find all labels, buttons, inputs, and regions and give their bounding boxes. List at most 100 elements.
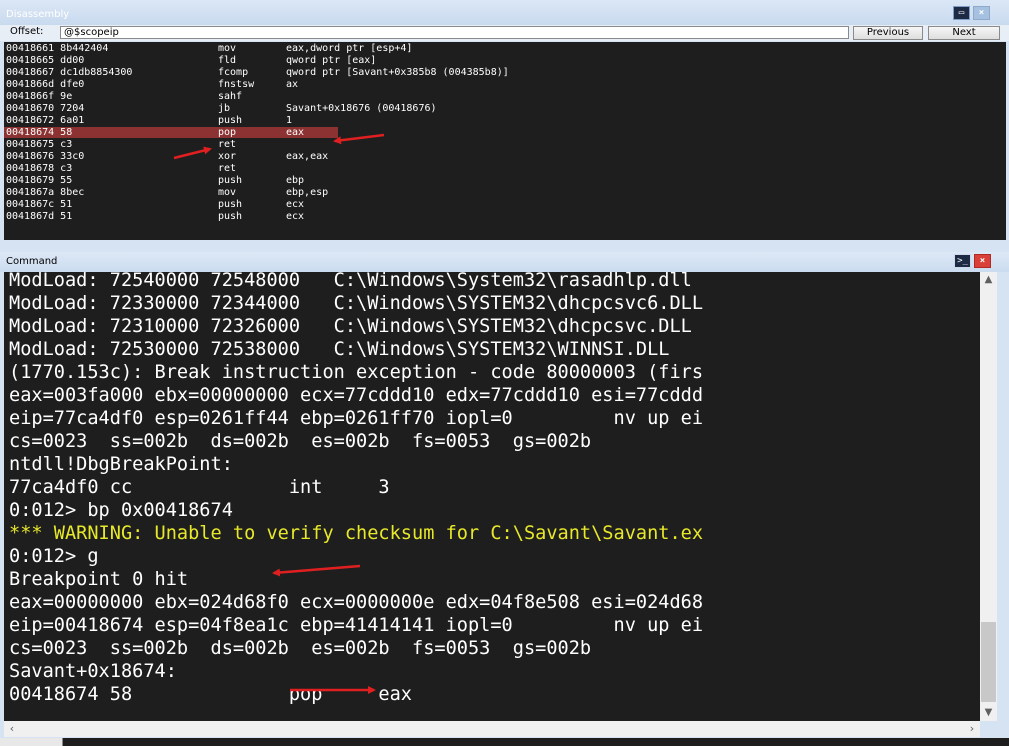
instruction-mnemonic: push	[218, 199, 243, 210]
output-line: 0:012> bp 0x00418674	[9, 500, 233, 521]
disassembly-row[interactable]: 00418676 33c0 xor eax,eax	[4, 151, 1006, 162]
disassembly-title: Disassembly	[6, 9, 70, 20]
instruction-operands: ebp	[286, 175, 305, 186]
disassembly-window: Disassembly ▭ × Offset: Previous Next 00…	[0, 0, 1009, 244]
instruction-address: 00418676 33c0	[6, 151, 85, 162]
disassembly-row[interactable]: 0041866d dfe0 fnstsw ax	[4, 79, 1006, 90]
instruction-mnemonic: pop	[218, 127, 237, 138]
instruction-operands: eax,eax	[286, 151, 329, 162]
command-titlebar: Command	[0, 252, 1009, 272]
previous-button[interactable]: Previous	[853, 26, 923, 40]
instruction-operands: ecx	[286, 211, 305, 222]
instruction-address: 00418674 58	[6, 127, 73, 138]
instruction-mnemonic: push	[218, 211, 243, 222]
close-icon[interactable]: ×	[974, 254, 991, 268]
scroll-down-icon[interactable]: ▼	[980, 705, 997, 721]
disassembly-row[interactable]: 00418670 7204 jb Savant+0x18676 (00418676)	[4, 103, 1006, 114]
instruction-operands: qword ptr [eax]	[286, 55, 377, 66]
instruction-address: 0041867a 8bec	[6, 187, 85, 198]
output-line: (1770.153c): Break instruction exception…	[9, 362, 704, 383]
output-line: ModLoad: 72540000 72548000 C:\Windows\Sy…	[9, 272, 692, 291]
instruction-operands: Savant+0x18676 (00418676)	[286, 103, 437, 114]
instruction-mnemonic: push	[218, 115, 243, 126]
instruction-operands: ax	[286, 79, 299, 90]
disassembly-row[interactable]: 00418679 55 push ebp	[4, 175, 1006, 186]
instruction-operands: eax	[286, 127, 305, 138]
window-options-icon[interactable]: ▭	[953, 6, 970, 20]
disassembly-row[interactable]: 00418678 c3 ret	[4, 163, 1006, 174]
command-prompt-label	[0, 738, 63, 746]
close-icon[interactable]: ×	[973, 6, 990, 20]
output-line: ntdll!DbgBreakPoint:	[9, 454, 233, 475]
instruction-operands: eax,dword ptr [esp+4]	[286, 43, 413, 54]
instruction-address: 00418665 dd00	[6, 55, 85, 66]
scroll-right-icon[interactable]: ›	[964, 721, 980, 737]
scroll-left-icon[interactable]: ‹	[4, 721, 20, 737]
output-line: ModLoad: 72310000 72326000 C:\Windows\SY…	[9, 316, 692, 337]
instruction-mnemonic: xor	[218, 151, 237, 162]
output-line: Breakpoint 0 hit	[9, 569, 189, 590]
instruction-address: 0041866f 9e	[6, 91, 73, 102]
disassembly-row[interactable]: 00418672 6a01 push 1	[4, 115, 1006, 126]
output-line: 0:012> g	[9, 546, 99, 567]
instruction-address: 00418678 c3	[6, 163, 73, 174]
disassembly-row[interactable]: 00418661 8b442404 mov eax,dword ptr [esp+4…	[4, 43, 1006, 54]
output-line: cs=0023 ss=002b ds=002b es=002b fs=0053 …	[9, 431, 592, 452]
output-line: eax=00000000 ebx=024d68f0 ecx=0000000e e…	[9, 592, 704, 613]
output-line: eip=00418674 esp=04f8ea1c ebp=41414141 i…	[9, 615, 704, 636]
output-line: cs=0023 ss=002b ds=002b es=002b fs=0053 …	[9, 638, 592, 659]
command-output[interactable]: ModLoad: 72540000 72548000 C:\Windows\Sy…	[4, 272, 980, 721]
instruction-mnemonic: mov	[218, 43, 237, 54]
disassembly-row-current[interactable]: 00418674 58 pop eax	[4, 127, 338, 138]
command-input-bar[interactable]	[0, 738, 1009, 746]
instruction-address: 00418675 c3	[6, 139, 73, 150]
instruction-address: 00418679 55	[6, 175, 73, 186]
scroll-up-icon[interactable]: ▲	[980, 272, 997, 288]
instruction-operands: 1	[286, 115, 293, 126]
output-line: 00418674 58 pop eax	[9, 684, 412, 705]
offset-input[interactable]	[60, 26, 849, 39]
output-line: 77ca4df0 cc int 3	[9, 477, 390, 498]
output-line: eax=003fa000 ebx=00000000 ecx=77cddd10 e…	[9, 385, 704, 406]
disassembly-row[interactable]: 00418665 dd00 fld qword ptr [eax]	[4, 55, 1006, 66]
instruction-address: 0041866d dfe0	[6, 79, 85, 90]
instruction-mnemonic: ret	[218, 139, 237, 150]
instruction-mnemonic: fcomp	[218, 67, 249, 78]
instruction-mnemonic: push	[218, 175, 243, 186]
disassembly-row[interactable]: 00418667 dc1db8854300 fcomp qword ptr [Sav…	[4, 67, 1006, 78]
vertical-scrollbar[interactable]: ▲ ▼	[980, 272, 997, 721]
instruction-address: 0041867d 51	[6, 211, 73, 222]
output-line: ModLoad: 72530000 72538000 C:\Windows\SY…	[9, 339, 670, 360]
output-line: Savant+0x18674:	[9, 661, 177, 682]
instruction-mnemonic: fld	[218, 55, 237, 66]
instruction-address: 0041867c 51	[6, 199, 73, 210]
disassembly-row[interactable]: 0041867c 51 push ecx	[4, 199, 1006, 210]
disassembly-row[interactable]: 0041866f 9e sahf	[4, 91, 1006, 102]
disassembly-row[interactable]: 0041867a 8bec mov ebp,esp	[4, 187, 1006, 198]
instruction-mnemonic: fnstsw	[218, 79, 255, 90]
output-line: eip=77ca4df0 esp=0261ff44 ebp=0261ff70 i…	[9, 408, 704, 429]
instruction-operands: qword ptr [Savant+0x385b8 (004385b8)]	[286, 67, 509, 78]
instruction-mnemonic: ret	[218, 163, 237, 174]
horizontal-scrollbar[interactable]: ‹ ›	[4, 721, 980, 737]
instruction-mnemonic: mov	[218, 187, 237, 198]
offset-bar: Offset: Previous Next	[0, 25, 1009, 41]
disassembly-row[interactable]: 0041867d 51 push ecx	[4, 211, 1006, 222]
console-icon[interactable]: >_	[954, 254, 971, 268]
scrollbar-thumb[interactable]	[981, 622, 996, 702]
instruction-operands: ecx	[286, 199, 305, 210]
instruction-address: 00418672 6a01	[6, 115, 85, 126]
command-window: Command >_ × ModLoad: 72540000 72548000 …	[0, 244, 1009, 746]
offset-label: Offset:	[10, 26, 44, 37]
disassembly-row[interactable]: 00418675 c3 ret	[4, 139, 1006, 150]
instruction-address: 00418670 7204	[6, 103, 85, 114]
instruction-mnemonic: sahf	[218, 91, 243, 102]
instruction-address: 00418661 8b442404	[6, 43, 109, 54]
warning-line: *** WARNING: Unable to verify checksum f…	[9, 523, 704, 544]
next-button[interactable]: Next	[928, 26, 1000, 40]
disassembly-listing[interactable]: 00418661 8b442404 mov eax,dword ptr [esp+4…	[4, 42, 1006, 240]
instruction-operands: ebp,esp	[286, 187, 329, 198]
output-line: ModLoad: 72330000 72344000 C:\Windows\SY…	[9, 293, 704, 314]
instruction-mnemonic: jb	[218, 103, 231, 114]
instruction-address: 00418667 dc1db8854300	[6, 67, 133, 78]
